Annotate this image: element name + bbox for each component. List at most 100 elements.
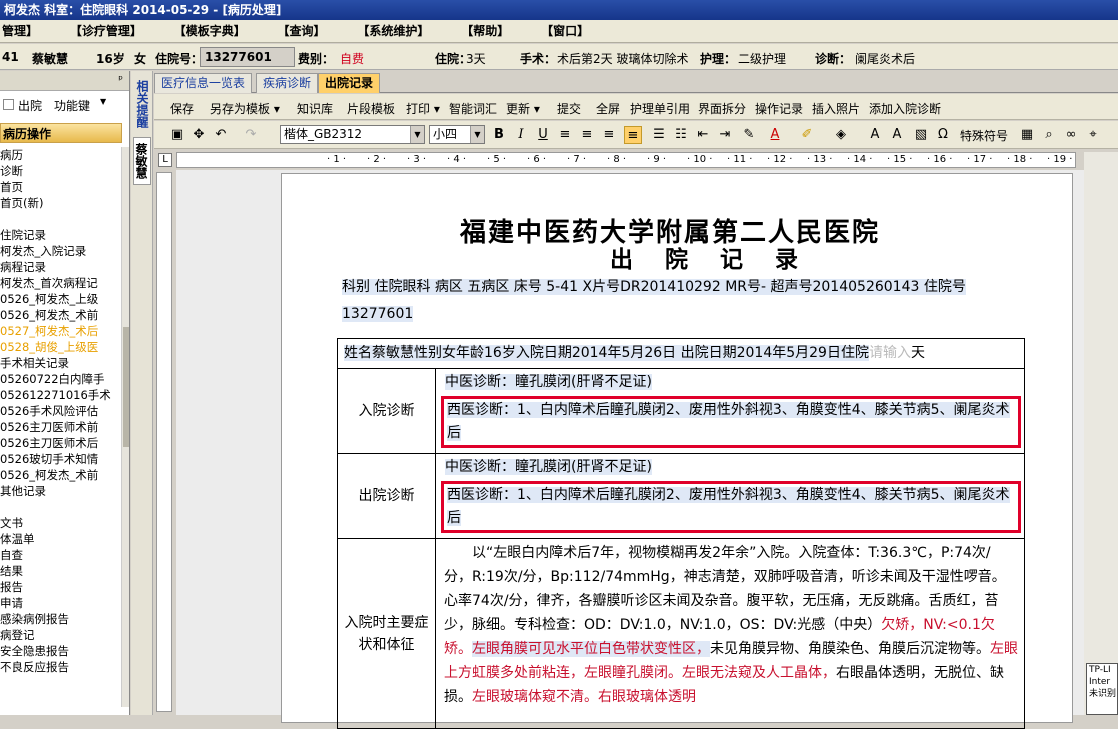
snippet-template-button[interactable]: 片段模板	[347, 100, 395, 117]
vertical-ruler[interactable]	[156, 172, 172, 712]
outdent-icon[interactable]: ⇤	[694, 126, 712, 144]
table-icon[interactable]: ▦	[1018, 126, 1036, 144]
underline-icon[interactable]: U	[534, 126, 552, 144]
menu-window[interactable]: 【窗口】	[531, 20, 589, 43]
discharge-tcm-diagnosis[interactable]: 中医诊断：瞳孔膜闭(肝肾不足证)	[436, 456, 1024, 479]
symptoms-text[interactable]: 以“左眼白内障术后7年，视物模糊再发2年余”入院。入院查体：T:36.3℃，P:…	[435, 538, 1025, 729]
tree-item[interactable]: 0526_柯发杰_上级	[0, 291, 122, 307]
font-shrink-icon[interactable]: A	[888, 126, 906, 144]
align-left-icon[interactable]: ≡	[556, 126, 574, 144]
add-admit-diagnosis-button[interactable]: 添加入院诊断	[869, 100, 941, 117]
knowledge-base-button[interactable]: 知识库	[297, 100, 333, 117]
horizontal-ruler[interactable]: · 1 · · 2 · · 3 · · 4 · · 5 · · 6 · · 7 · · 8 ·…	[176, 152, 1076, 168]
record-ops-section[interactable]: 病历操作	[0, 123, 122, 143]
save-as-template-button[interactable]: 另存为模板 ▾	[210, 100, 280, 117]
update-button[interactable]: 更新 ▾	[506, 100, 540, 117]
left-scrollbar[interactable]	[121, 147, 129, 707]
tree-item[interactable]: 报告	[0, 579, 122, 595]
tree-item[interactable]: 0528_胡俊_上级医	[0, 339, 122, 355]
binoculars-icon[interactable]: ∞	[1062, 126, 1080, 144]
tree-item[interactable]: 柯发杰_入院记录	[0, 243, 122, 259]
tree-item[interactable]: 体温单	[0, 531, 122, 547]
indent-icon[interactable]: ⇥	[716, 126, 734, 144]
tree-item[interactable]: 文书	[0, 515, 122, 531]
font-size-select[interactable]: 小四 ▼	[429, 125, 485, 144]
shading-icon[interactable]: ◈	[832, 126, 850, 144]
tree-item[interactable]: 0526主刀医师术后	[0, 435, 122, 451]
vtab-patient[interactable]: 蔡敏慧	[133, 137, 151, 185]
menu-clinic[interactable]: 【诊疗管理】	[60, 20, 142, 43]
special-symbols-button[interactable]: 特殊符号	[960, 127, 1008, 144]
save-icon[interactable]: ▣	[168, 126, 186, 144]
tree-item[interactable]: 05260722白内障手	[0, 371, 122, 387]
tree-item[interactable]: 安全隐患报告	[0, 643, 122, 659]
tree-item[interactable]: 不良反应报告	[0, 659, 122, 675]
insert-photo-button[interactable]: 插入照片	[812, 100, 860, 117]
inpatient-no-field[interactable]: 13277601	[200, 47, 295, 67]
tree-item[interactable]: 自查	[0, 547, 122, 563]
justify-icon[interactable]: ≡	[624, 126, 642, 144]
tree-item[interactable]: 申请	[0, 595, 122, 611]
ruler-corner[interactable]: L	[158, 153, 172, 167]
tree-item[interactable]: 柯发杰_首次病程记	[0, 275, 122, 291]
tree-item[interactable]: 052612271016手术	[0, 387, 122, 403]
bullet-list-icon[interactable]: ☷	[672, 126, 690, 144]
tree-item[interactable]: 首页(新)	[0, 195, 122, 211]
redo-icon[interactable]: ↷	[242, 126, 260, 144]
find-replace-icon[interactable]: ⌖	[1084, 126, 1102, 144]
bold-icon[interactable]: B	[490, 126, 508, 144]
tree-item[interactable]: 0526_柯发杰_术前	[0, 307, 122, 323]
submit-button[interactable]: 提交	[557, 100, 581, 117]
align-center-icon[interactable]: ≡	[578, 126, 596, 144]
tree-item[interactable]: 首页	[0, 179, 122, 195]
tree-item[interactable]: 0526主刀医师术前	[0, 419, 122, 435]
nursing-ref-button[interactable]: 护理单引用	[630, 100, 690, 117]
tree-item[interactable]: 病历	[0, 147, 122, 163]
search-icon[interactable]: ⌕	[1040, 126, 1058, 144]
tree-item[interactable]: 感染病例报告	[0, 611, 122, 627]
tree-item[interactable]: 手术相关记录	[0, 355, 122, 371]
italic-icon[interactable]: I	[512, 126, 530, 144]
tree-item[interactable]: 诊断	[0, 163, 122, 179]
function-key-button[interactable]: 功能键	[54, 97, 90, 114]
vtab-reminders[interactable]: 相关提醒	[133, 75, 151, 133]
tree-item[interactable]: 0526玻切手术知情	[0, 451, 122, 467]
tree-item[interactable]: 病程记录	[0, 259, 122, 275]
tree-item[interactable]: 住院记录	[0, 227, 122, 243]
format-painter-icon[interactable]: ✎	[740, 126, 758, 144]
tree-item[interactable]: 0527_柯发杰_术后	[0, 323, 122, 339]
split-view-button[interactable]: 界面拆分	[698, 100, 746, 117]
tree-item[interactable]: 其他记录	[0, 483, 122, 499]
chevron-down-icon[interactable]: ▼	[100, 97, 106, 106]
numbered-list-icon[interactable]: ☰	[650, 126, 668, 144]
operation-log-button[interactable]: 操作记录	[755, 100, 803, 117]
header-info[interactable]: 科别 住院眼科 病区 五病区 床号 5-41 X片号DR201410292 MR…	[342, 274, 1022, 328]
move-icon[interactable]: ✥	[190, 126, 208, 144]
left-scroll-thumb[interactable]	[123, 327, 129, 447]
font-grow-icon[interactable]: A	[866, 126, 884, 144]
tree-item[interactable]: 0526_柯发杰_术前	[0, 467, 122, 483]
save-button[interactable]: 保存	[170, 100, 194, 117]
tree-item[interactable]	[0, 211, 122, 227]
smart-words-button[interactable]: 智能词汇	[449, 100, 497, 117]
menu-manage[interactable]: 管理】	[0, 20, 38, 43]
menu-query[interactable]: 【查询】	[268, 20, 326, 43]
pin-icon[interactable]: ᵖ	[118, 73, 123, 86]
menu-system[interactable]: 【系统维护】	[347, 20, 429, 43]
highlight-icon[interactable]: ✐	[798, 126, 816, 144]
discharged-checkbox[interactable]	[3, 99, 14, 110]
font-select[interactable]: 楷体_GB2312 ▼	[280, 125, 425, 144]
admit-western-diagnosis[interactable]: 西医诊断：1、白内障术后瞳孔膜闭2、废用性外斜视3、角膜变性4、膝关节病5、阑尾…	[441, 396, 1021, 448]
tree-item[interactable]: 病登记	[0, 627, 122, 643]
tab-diagnosis[interactable]: 疾病诊断	[256, 73, 319, 93]
tab-discharge-record[interactable]: 出院记录	[318, 73, 381, 93]
menu-template[interactable]: 【模板字典】	[164, 20, 246, 43]
image-icon[interactable]: ▧	[912, 126, 930, 144]
admit-tcm-diagnosis[interactable]: 中医诊断：瞳孔膜闭(肝肾不足证)	[436, 371, 1024, 394]
discharge-western-diagnosis[interactable]: 西医诊断：1、白内障术后瞳孔膜闭2、废用性外斜视3、角膜变性4、膝关节病5、阑尾…	[441, 481, 1021, 533]
tab-medical-overview[interactable]: 医疗信息一览表	[154, 73, 253, 93]
doc-scrollbar[interactable]	[1084, 152, 1118, 715]
tree-item[interactable]	[0, 499, 122, 515]
fullscreen-button[interactable]: 全屏	[596, 100, 620, 117]
menu-help[interactable]: 【帮助】	[451, 20, 509, 43]
